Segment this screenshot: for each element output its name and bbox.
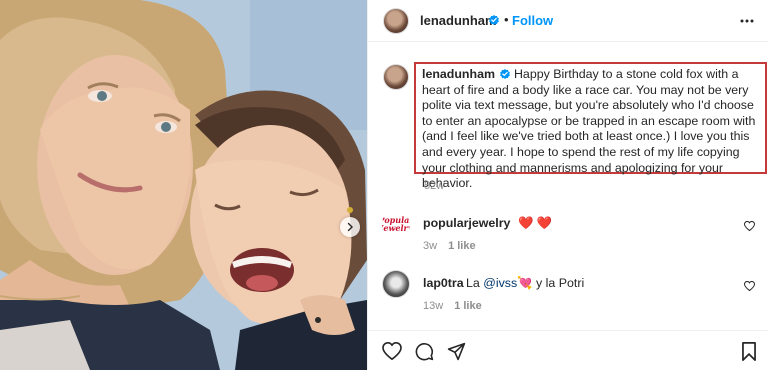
more-horizontal-icon[interactable] [740,19,754,23]
comment-like-heart-icon[interactable] [744,221,755,231]
comment-timestamp[interactable]: 3w [423,240,437,252]
comment-meta: 3w 1 like [423,240,487,252]
paper-plane-icon[interactable] [447,342,466,361]
action-bar [368,330,768,370]
caption-highlight-box: lenadunham Happy Birthday to a stone col… [414,62,767,190]
commenter-username[interactable]: popularjewelry [423,216,510,230]
post-header: lenadunham • Follow [368,0,768,42]
heart-icon[interactable] [382,342,402,360]
chevron-right-icon [347,222,353,232]
post-details-panel: lenadunham • Follow lenadunham Happy Bir… [367,0,768,370]
author-username[interactable]: lenadunham [420,13,497,28]
popular-jewelry-logo-line2: Jewelry [382,223,410,233]
comment-text: La @ivss💘 y la Potri [466,276,584,291]
comment-meta: 13w 1 like [423,300,493,312]
comment-text-end: 💘 y la Potri [517,276,585,290]
comment-text-start: La [466,276,484,290]
follow-button[interactable]: Follow [512,13,553,28]
caption-body: Happy Birthday to a stone cold fox with … [422,67,756,191]
caption-author-avatar[interactable] [383,64,409,90]
caption-timestamp[interactable]: 52w [424,180,444,192]
verified-badge-icon [500,68,510,79]
verified-badge-icon [489,15,499,25]
comment-item: lap0tra La @ivss💘 y la Potri 13w 1 like [368,270,768,320]
caption-username[interactable]: lenadunham [422,67,495,81]
next-photo-button[interactable] [340,217,360,237]
separator-dot: • [504,12,509,27]
comment-timestamp[interactable]: 13w [423,300,443,312]
commenter-username[interactable]: lap0tra [423,276,464,290]
comment-likes[interactable]: 1 like [454,300,482,312]
post-image [0,0,367,370]
commenter-avatar[interactable] [382,270,410,298]
comment-item: Popular Jewelry popularjewelry ❤️ ❤️ 3w 1… [368,210,768,260]
bookmark-icon[interactable] [741,342,757,361]
comment-bubble-icon[interactable] [415,342,434,361]
comment-mention-link[interactable]: @ivss [483,276,517,290]
comment-likes[interactable]: 1 like [448,240,476,252]
caption-text-block: lenadunham Happy Birthday to a stone col… [422,67,761,192]
commenter-avatar[interactable]: Popular Jewelry [382,210,410,238]
author-avatar[interactable] [383,8,409,34]
post-photo[interactable] [0,0,367,370]
comment-text: ❤️ ❤️ [518,216,553,230]
comment-like-heart-icon[interactable] [744,281,755,291]
